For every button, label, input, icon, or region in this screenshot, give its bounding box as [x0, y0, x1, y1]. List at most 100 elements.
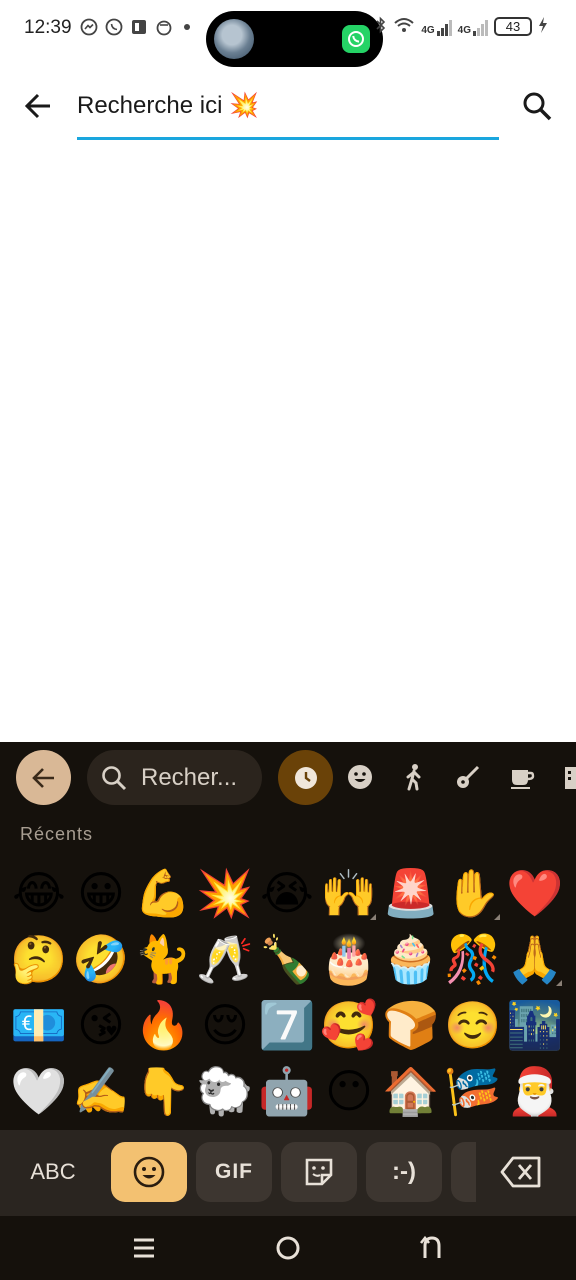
emoji-key[interactable]: 🤣: [70, 924, 132, 994]
emoticon-mode-key[interactable]: :-): [366, 1142, 442, 1202]
emoji-key[interactable]: 🤖: [256, 1056, 318, 1126]
gif-mode-key[interactable]: GIF: [196, 1142, 272, 1202]
smiley-icon: [348, 765, 372, 789]
keyboard-back-button[interactable]: [16, 750, 71, 805]
home-circle-icon: [276, 1236, 300, 1260]
emoji-key[interactable]: ☺️: [442, 990, 504, 1060]
category-places-tab[interactable]: [560, 762, 576, 792]
back-arch-icon: [419, 1235, 441, 1258]
emoji-key[interactable]: 🚨: [380, 858, 442, 928]
emoji-key[interactable]: 🙏: [504, 924, 566, 994]
category-recent-tab[interactable]: [278, 750, 333, 805]
emoji-key[interactable]: 😘: [70, 990, 132, 1060]
system-nav-bar: [0, 1216, 576, 1280]
emoji-key[interactable]: 😀: [70, 858, 132, 928]
signal-2-icon: 4G: [458, 18, 488, 36]
backspace-icon: [500, 1156, 541, 1188]
emoji-key[interactable]: 🐑: [194, 1056, 256, 1126]
emoji-key[interactable]: 😂: [8, 858, 70, 928]
emoji-key[interactable]: 🧁: [380, 924, 442, 994]
backspace-key[interactable]: [476, 1142, 566, 1202]
search-results-area: [0, 142, 576, 742]
menu-icon: [134, 1238, 154, 1258]
emoji-key[interactable]: 🤍: [8, 1056, 70, 1126]
notification-icons: [80, 18, 190, 36]
arrow-left-icon: [24, 93, 50, 119]
emoji-key[interactable]: 🎊: [442, 924, 504, 994]
emoji-key[interactable]: 👇: [132, 1056, 194, 1126]
category-food-tab[interactable]: [507, 762, 537, 792]
emoji-key[interactable]: 🥂: [194, 924, 256, 994]
skin-tone-variant-marker: [556, 980, 562, 986]
emoji-key[interactable]: 🌃: [504, 990, 566, 1060]
emoji-toolbar: Recher...: [0, 742, 576, 814]
emoji-key[interactable]: 🎅: [504, 1056, 566, 1126]
emoji-key[interactable]: ❤️: [504, 858, 566, 928]
emoji-glyph: 🙏: [506, 933, 564, 985]
battery-indicator: 43: [494, 17, 532, 36]
wifi-icon: [393, 16, 415, 37]
back-nav-button[interactable]: [410, 1228, 454, 1268]
category-activities-tab[interactable]: [453, 762, 483, 792]
recent-apps-button[interactable]: [122, 1228, 166, 1268]
emoji-key[interactable]: 🐈: [132, 924, 194, 994]
messenger-icon: [80, 18, 98, 36]
keyboard-mode-bar: ABC GIF :-): [0, 1130, 576, 1216]
skin-tone-variant-marker: [370, 914, 376, 920]
signal-1-icon: 4G: [421, 18, 452, 36]
emoji-row: 😂 😀 💪 💥 😭 🙌 🚨 ✋ ❤️: [8, 858, 572, 928]
bluetooth-icon: [375, 16, 387, 37]
app-notification-icon: [130, 18, 148, 36]
emoji-mode-key[interactable]: [111, 1142, 187, 1202]
emoticon-label: :-): [392, 1158, 416, 1185]
emoji-key[interactable]: 😭: [256, 858, 318, 928]
emoji-key[interactable]: ✋: [442, 858, 504, 928]
whatsapp-icon: [105, 18, 123, 36]
search-icon: [102, 765, 127, 790]
sticker-mode-key[interactable]: [281, 1142, 357, 1202]
emoji-row: 🤍 ✍️ 👇 🐑 🤖 😶 🏠 🎏 🎅: [8, 1056, 572, 1126]
emoji-key[interactable]: 😌: [194, 990, 256, 1060]
category-smileys-tab[interactable]: [345, 762, 375, 792]
emoji-key[interactable]: 🍞: [380, 990, 442, 1060]
dynamic-island[interactable]: [206, 11, 383, 67]
emoji-key[interactable]: 🎂: [318, 924, 380, 994]
skin-tone-variant-marker: [494, 914, 500, 920]
smiley-icon: [133, 1156, 165, 1188]
emoji-key[interactable]: 🔥: [132, 990, 194, 1060]
search-button[interactable]: [517, 86, 557, 126]
emoji-key[interactable]: 🤔: [8, 924, 70, 994]
category-people-tab[interactable]: [399, 762, 429, 792]
emoji-search-field[interactable]: Recher...: [87, 750, 262, 805]
emoji-key[interactable]: 🙌: [318, 858, 380, 928]
emoji-key[interactable]: ✍️: [70, 1056, 132, 1126]
emoji-key[interactable]: 7️⃣: [256, 990, 318, 1060]
emoji-key[interactable]: 💪: [132, 858, 194, 928]
search-icon: [523, 92, 552, 121]
charging-icon: [538, 16, 548, 37]
search-input[interactable]: [77, 88, 499, 122]
emoji-row: 🤔 🤣 🐈 🥂 🍾 🎂 🧁 🎊 🙏: [8, 924, 572, 994]
emoji-key[interactable]: 🏠: [380, 1056, 442, 1126]
emoji-key[interactable]: 😶: [318, 1056, 380, 1126]
emoji-key[interactable]: 🥰: [318, 990, 380, 1060]
emoji-key[interactable]: 🍾: [256, 924, 318, 994]
coffee-cup-icon: [511, 770, 535, 789]
emoji-key[interactable]: 💶: [8, 990, 70, 1060]
emoji-key[interactable]: 💥: [194, 858, 256, 928]
emoji-key[interactable]: 🎏: [442, 1056, 504, 1126]
status-right-icons: 4G 4G 43: [375, 16, 548, 37]
contact-avatar: [214, 19, 254, 59]
more-notifications-dot: [184, 24, 190, 30]
status-time: 12:39: [24, 17, 72, 38]
back-button[interactable]: [20, 86, 60, 126]
abc-key[interactable]: ABC: [18, 1152, 88, 1192]
clock-icon: [294, 766, 317, 789]
building-icon: [565, 767, 576, 789]
home-button[interactable]: [266, 1228, 310, 1268]
emoji-glyph: 🙌: [320, 867, 378, 919]
emoji-keyboard: Recher... Récents 😂 😀 💪 💥 😭 🙌 🚨 ✋ ❤️ 🤔 🤣…: [0, 742, 576, 1280]
search-underline: [77, 137, 499, 140]
whatsapp-icon: [342, 25, 370, 53]
emoji-row: 💶 😘 🔥 😌 7️⃣ 🥰 🍞 ☺️ 🌃: [8, 990, 572, 1060]
